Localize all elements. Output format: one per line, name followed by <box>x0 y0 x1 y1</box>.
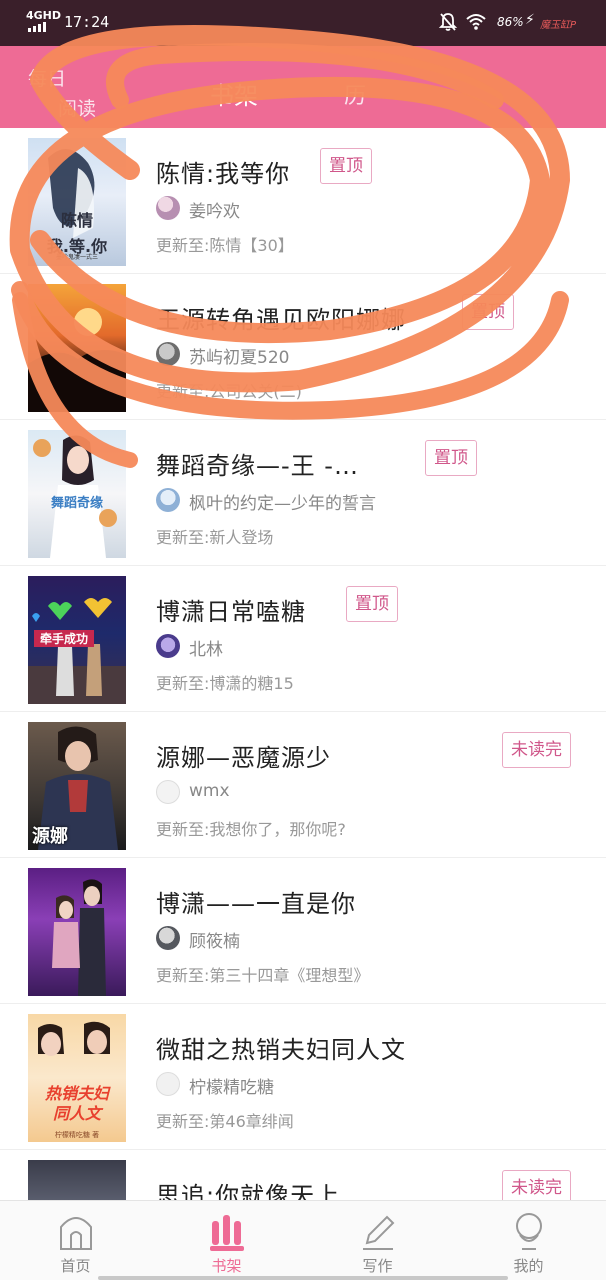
unread-badge[interactable]: 未读完 <box>502 732 571 768</box>
book-title: 王源转角遇见欧阳娜娜 <box>156 306 406 334</box>
book-row[interactable]: 陈情 我.等.你 墨吟鬼凄一式三 陈情:我等你 置顶 姜吟欢 更新至:陈情【30】 <box>0 128 606 274</box>
wifi-icon <box>466 14 486 30</box>
pin-badge[interactable]: 置顶 <box>425 440 477 476</box>
top-tab-bar: 每日 书架 阅读 历 <box>0 46 606 128</box>
author-name: 顾筱楠 <box>189 932 240 952</box>
book-cover: 热销夫妇 同人文 柠檬精吃糖 著 <box>28 1014 126 1142</box>
author-name: 柠檬精吃糖 <box>189 1078 274 1098</box>
pin-badge[interactable]: 置顶 <box>346 586 398 622</box>
carrier-label: 魔玉缸P <box>540 20 577 31</box>
nav-write-label: 写作 <box>362 1257 393 1275</box>
book-row[interactable]: 王源转角遇见欧阳娜娜 置顶 苏屿初夏520 更新至:公司公关(二) <box>0 274 606 420</box>
clock: 17:24 <box>64 13 110 31</box>
tab-bookshelf[interactable]: 书架 <box>210 76 258 111</box>
cover-subtitle: 墨吟鬼凄一式三 <box>55 254 98 261</box>
author-name: 北林 <box>189 640 223 660</box>
book-cover <box>28 284 126 412</box>
nav-bookshelf[interactable]: 书架 <box>151 1201 302 1280</box>
pin-badge[interactable]: 置顶 <box>462 294 514 330</box>
bottom-nav: 首页 书架 写作 我的 <box>0 1200 606 1280</box>
book-title: 陈情:我等你 <box>156 160 291 188</box>
author-avatar <box>156 780 180 804</box>
home-indicator[interactable] <box>98 1276 508 1280</box>
cover-title: 舞蹈奇缘 <box>50 496 103 511</box>
cover-title: 源娜 <box>32 826 68 847</box>
battery-level: 86% <box>497 15 524 29</box>
charging-icon: ⚡ <box>525 12 535 28</box>
tab-reading[interactable]: 阅读 <box>58 94 96 121</box>
book-row[interactable]: 热销夫妇 同人文 柠檬精吃糖 著 微甜之热销夫妇同人文 柠檬精吃糖 更新至:第46… <box>0 1004 606 1150</box>
book-row[interactable]: 牵手成功 博潇日常嗑糖 置顶 北林 更新至:博潇的糖15 <box>0 566 606 712</box>
book-cover: 陈情 我.等.你 墨吟鬼凄一式三 <box>28 138 126 266</box>
bookshelf-icon <box>210 1215 244 1251</box>
book-cover: 牵手成功 <box>28 576 126 704</box>
home-icon <box>60 1217 92 1250</box>
author-name: 姜吟欢 <box>189 202 240 222</box>
update-status: 更新至:第46章绯闻 <box>156 1112 294 1131</box>
update-status: 更新至:公司公关(二) <box>156 382 302 401</box>
author-avatar <box>156 488 180 512</box>
book-cover: 舞蹈奇缘 <box>28 430 126 558</box>
author-avatar <box>156 634 180 658</box>
author-name: 枫叶的约定—少年的誓言 <box>189 494 376 514</box>
pin-badge[interactable]: 置顶 <box>320 148 372 184</box>
nav-write[interactable]: 写作 <box>302 1201 453 1280</box>
cover-title: 牵手成功 <box>34 630 94 647</box>
author-avatar <box>156 1072 180 1096</box>
tab-history[interactable]: 历 <box>344 78 366 110</box>
signal-icon <box>28 22 46 32</box>
book-title: 博潇——一直是你 <box>156 890 356 918</box>
book-row[interactable]: 源娜 源娜—恶魔源少 未读完 wmx 更新至:我想你了，那你呢? <box>0 712 606 858</box>
book-title: 舞蹈奇缘—-王 -… <box>156 452 359 480</box>
book-cover: 源娜 <box>28 722 126 850</box>
update-status: 更新至:新人登场 <box>156 528 274 547</box>
update-status: 更新至:第三十四章《理想型》 <box>156 966 370 985</box>
nav-profile[interactable]: 我的 <box>453 1201 604 1280</box>
nav-home-label: 首页 <box>60 1257 91 1275</box>
profile-icon <box>516 1213 542 1250</box>
book-cover <box>28 868 126 996</box>
book-title: 博潇日常嗑糖 <box>156 598 306 626</box>
author-avatar <box>156 926 180 950</box>
book-row[interactable]: 舞蹈奇缘 舞蹈奇缘—-王 -… 置顶 枫叶的约定—少年的誓言 更新至:新人登场 <box>0 420 606 566</box>
author-avatar <box>156 342 180 366</box>
author-name: 苏屿初夏520 <box>189 348 290 368</box>
mute-bell-icon <box>438 13 458 31</box>
update-status: 更新至:陈情【30】 <box>156 236 294 255</box>
nav-bookshelf-label: 书架 <box>211 1257 242 1275</box>
status-bar: 4GHD 17:24 86% ⚡ 魔玉缸P <box>0 0 606 46</box>
tab-daily[interactable]: 每日 <box>28 64 66 91</box>
pencil-icon <box>363 1215 395 1250</box>
nav-home[interactable]: 首页 <box>0 1201 151 1280</box>
author-avatar <box>156 196 180 220</box>
update-status: 更新至:我想你了，那你呢? <box>156 820 346 839</box>
book-row[interactable]: 博潇——一直是你 顾筱楠 更新至:第三十四章《理想型》 <box>0 858 606 1004</box>
network-type: 4GHD <box>26 9 62 22</box>
nav-profile-label: 我的 <box>513 1257 544 1275</box>
book-title: 微甜之热销夫妇同人文 <box>156 1036 406 1064</box>
book-title: 源娜—恶魔源少 <box>156 744 331 772</box>
cover-title: 热销夫妇 同人文 <box>44 1084 109 1123</box>
cover-subtitle: 柠檬精吃糖 著 <box>54 1131 100 1139</box>
author-name: wmx <box>189 781 230 801</box>
update-status: 更新至:博潇的糖15 <box>156 674 294 693</box>
